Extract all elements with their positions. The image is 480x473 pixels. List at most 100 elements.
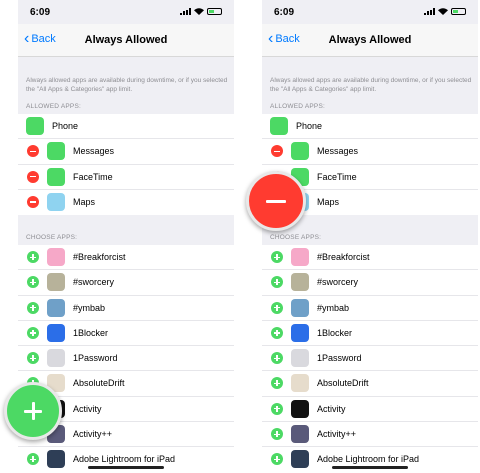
remove-app-button[interactable]: [271, 145, 283, 158]
app-row[interactable]: 1Blocker: [262, 321, 478, 347]
nav-bar: ‹ Back Always Allowed: [18, 24, 234, 57]
remove-app-button-magnified[interactable]: [246, 171, 306, 231]
activity-plus-icon: [291, 425, 309, 444]
app-label: Messages: [73, 146, 115, 157]
app-label: FaceTime: [73, 171, 113, 182]
add-app-button[interactable]: [271, 301, 283, 314]
wifi-icon: [194, 8, 204, 15]
add-app-button[interactable]: [271, 352, 283, 365]
messages-icon: [291, 142, 309, 161]
add-app-button[interactable]: [271, 251, 283, 263]
add-app-button[interactable]: [27, 326, 39, 339]
app-label: #ymbab: [317, 302, 350, 313]
choose-apps-list: #Breakforcist #sworcery #ymbab 1Blocker 1Pas…: [18, 245, 234, 473]
status-time: 6:09: [274, 7, 295, 18]
screen-right: 6:09 ‹ Back Always Allowed Always allowe…: [262, 0, 478, 473]
absolutedrift-icon: [291, 374, 309, 393]
sworcery-icon: [291, 273, 309, 292]
app-label: AbsoluteDrift: [317, 378, 369, 389]
breakforcist-icon: [47, 248, 65, 266]
app-label: Maps: [317, 196, 340, 207]
app-row[interactable]: 1Blocker: [18, 321, 234, 347]
cellular-signal-icon: [424, 8, 435, 15]
choose-apps-header: CHOOSE APPS:: [26, 234, 78, 241]
app-row[interactable]: Maps: [18, 190, 234, 215]
status-icons: [180, 8, 222, 15]
status-bar: 6:09: [18, 0, 234, 22]
app-label: Phone: [296, 121, 323, 131]
battery-icon: [207, 8, 222, 15]
app-label: Activity: [73, 403, 102, 414]
page-title: Always Allowed: [84, 34, 168, 46]
app-row[interactable]: FaceTime: [18, 165, 234, 190]
1password-icon: [47, 349, 65, 368]
app-label: Adobe Lightroom for iPad: [73, 454, 176, 465]
1password-icon: [291, 349, 309, 368]
app-row[interactable]: Messages: [18, 139, 234, 165]
app-row[interactable]: 1Password: [262, 346, 478, 372]
app-label: Activity++: [73, 429, 113, 440]
add-app-button[interactable]: [271, 402, 283, 415]
app-row[interactable]: 1Password: [18, 346, 234, 372]
app-row[interactable]: Phone: [262, 114, 478, 140]
app-row[interactable]: #Breakforcist: [262, 245, 478, 271]
add-app-button[interactable]: [27, 251, 39, 263]
app-label: 1Password: [73, 353, 118, 364]
app-row[interactable]: #ymbab: [18, 296, 234, 321]
app-row[interactable]: Messages: [262, 139, 478, 165]
add-app-button[interactable]: [271, 377, 283, 390]
app-label: Maps: [73, 196, 96, 207]
ymbab-icon: [291, 298, 309, 317]
app-row[interactable]: #sworcery: [18, 270, 234, 296]
activity-icon: [291, 399, 309, 418]
add-app-button[interactable]: [271, 326, 283, 339]
add-app-button[interactable]: [271, 276, 283, 289]
home-indicator: [88, 466, 164, 469]
1blocker-icon: [47, 323, 65, 342]
app-label: #sworcery: [73, 277, 115, 288]
home-indicator: [332, 466, 408, 469]
remove-app-button[interactable]: [27, 170, 39, 183]
app-label: 1Password: [317, 353, 362, 364]
page-title: Always Allowed: [328, 34, 412, 46]
app-row[interactable]: Activity: [262, 397, 478, 423]
add-app-button[interactable]: [271, 453, 283, 466]
choose-apps-list: #Breakforcist #sworcery #ymbab 1Blocker 1Pas…: [262, 245, 478, 473]
add-app-button[interactable]: [27, 352, 39, 365]
allowed-apps-list: Phone Messages FaceTime Maps: [18, 114, 234, 216]
app-row[interactable]: Activity++: [262, 422, 478, 448]
add-app-button[interactable]: [27, 276, 39, 289]
sworcery-icon: [47, 273, 65, 292]
messages-icon: [47, 142, 65, 161]
status-time: 6:09: [30, 7, 51, 18]
phone-icon: [26, 117, 44, 135]
app-row[interactable]: #ymbab: [262, 296, 478, 321]
description-text: Always allowed apps are available during…: [270, 77, 472, 93]
choose-apps-header: CHOOSE APPS:: [270, 234, 322, 241]
app-label: AbsoluteDrift: [73, 378, 125, 389]
add-app-button[interactable]: [27, 301, 39, 314]
allowed-apps-header: ALLOWED APPS:: [270, 103, 325, 110]
status-bar: 6:09: [262, 0, 478, 22]
battery-icon: [451, 8, 466, 15]
add-app-button-magnified[interactable]: [4, 382, 62, 440]
status-icons: [424, 8, 466, 15]
remove-app-button[interactable]: [27, 145, 39, 158]
add-app-button[interactable]: [271, 428, 283, 441]
app-label: 1Blocker: [73, 327, 109, 338]
app-label: #Breakforcist: [73, 252, 126, 262]
1blocker-icon: [291, 323, 309, 342]
add-app-button[interactable]: [27, 453, 39, 466]
remove-app-button[interactable]: [27, 195, 39, 208]
lightroom-icon: [47, 450, 65, 469]
app-row[interactable]: #Breakforcist: [18, 245, 234, 271]
maps-icon: [47, 192, 65, 211]
app-label: #sworcery: [317, 277, 359, 288]
app-row[interactable]: AbsoluteDrift: [262, 371, 478, 397]
app-row[interactable]: #sworcery: [262, 270, 478, 296]
phone-icon: [270, 117, 288, 135]
app-row[interactable]: Phone: [18, 114, 234, 140]
description-text: Always allowed apps are available during…: [26, 77, 228, 93]
app-label: Adobe Lightroom for iPad: [317, 454, 420, 465]
app-label: #ymbab: [73, 302, 106, 313]
